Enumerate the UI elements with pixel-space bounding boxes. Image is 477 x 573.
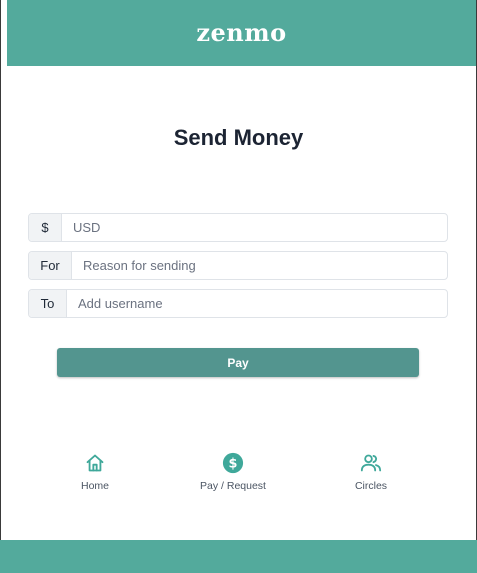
reason-prefix: For <box>29 252 72 279</box>
nav-label-home: Home <box>80 480 109 492</box>
recipient-input[interactable] <box>67 290 447 317</box>
reason-input[interactable] <box>72 252 447 279</box>
nav-label-pay-request: Pay / Request <box>200 480 266 492</box>
svg-text:$: $ <box>229 457 238 472</box>
page-title: Send Money <box>173 125 304 150</box>
reason-field: For <box>28 251 448 280</box>
recipient-prefix: To <box>29 290 67 317</box>
amount-field: $ <box>28 213 448 242</box>
recipient-field: To <box>28 289 448 318</box>
nav-item-pay-request[interactable]: $ Pay / Request <box>178 452 288 492</box>
home-icon <box>84 452 106 474</box>
brand-logo: zenmo <box>196 17 287 47</box>
amount-input[interactable] <box>62 214 447 241</box>
dollar-circle-icon: $ <box>222 452 244 474</box>
nav-item-circles[interactable]: Circles <box>316 452 426 492</box>
amount-prefix: $ <box>29 214 62 241</box>
top-bar: zenmo <box>7 0 476 66</box>
nav-item-home[interactable]: Home <box>40 452 150 492</box>
users-icon <box>360 452 382 474</box>
bottom-nav: Home $ Pay / Request Circles <box>0 452 477 498</box>
pay-button[interactable]: Pay <box>57 348 419 377</box>
bottom-bar <box>0 540 477 573</box>
nav-label-circles: Circles <box>354 480 388 492</box>
